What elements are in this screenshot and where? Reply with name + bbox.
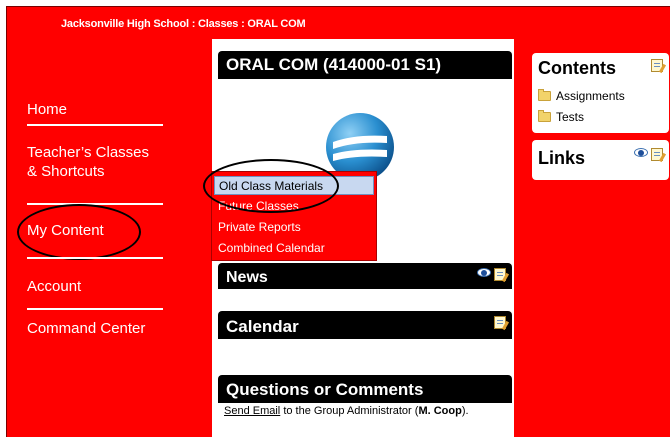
- breadcrumb[interactable]: Jacksonville High School : Classes : ORA…: [61, 18, 306, 30]
- top-bar: Jacksonville High School : Classes : ORA…: [7, 7, 670, 38]
- edit-icon[interactable]: [651, 148, 663, 161]
- nav-command-center[interactable]: Command Center: [27, 320, 145, 337]
- page-frame: Jacksonville High School : Classes : ORA…: [6, 6, 670, 437]
- menu-item-old-class-materials[interactable]: Old Class Materials: [214, 176, 374, 195]
- contents-item-assignments[interactable]: Assignments: [538, 89, 625, 103]
- folder-icon: [538, 89, 551, 101]
- menu-item-future-classes[interactable]: Future Classes: [214, 197, 374, 216]
- send-email-link[interactable]: Send Email: [224, 405, 280, 417]
- contents-item-label: Assignments: [556, 89, 625, 103]
- eye-icon[interactable]: [634, 148, 648, 157]
- contents-item-tests[interactable]: Tests: [538, 110, 584, 124]
- contact-text: to the Group Administrator (: [280, 405, 419, 417]
- nav-divider: [27, 308, 163, 310]
- contact-line: Send Email to the Group Administrator (M…: [224, 405, 469, 417]
- questions-title: Questions or Comments: [226, 380, 424, 399]
- questions-panel-header: Questions or Comments: [218, 375, 512, 403]
- contact-text-end: ).: [461, 405, 469, 417]
- admin-name: M. Coop: [418, 405, 462, 417]
- class-title: ORAL COM (414000-01 S1): [226, 55, 442, 74]
- content-dropdown-menu: Old Class Materials Future Classes Priva…: [211, 171, 377, 261]
- news-icons: [477, 268, 506, 281]
- class-title-bar: ORAL COM (414000-01 S1): [218, 51, 512, 79]
- calendar-panel-header: Calendar: [218, 311, 512, 339]
- menu-item-combined-calendar[interactable]: Combined Calendar: [214, 239, 374, 258]
- folder-icon: [538, 110, 551, 122]
- edit-icon[interactable]: [494, 316, 506, 329]
- calendar-icons: [494, 316, 506, 329]
- nav-teachers-classes-line1: Teacher’s Classes: [27, 144, 149, 161]
- edit-icon[interactable]: [651, 59, 663, 72]
- nav-teachers-classes-line2: & Shortcuts: [27, 163, 105, 180]
- links-icons: [634, 148, 663, 161]
- edit-icon[interactable]: [494, 268, 506, 281]
- links-box: Links: [532, 140, 669, 180]
- contents-title: Contents: [538, 58, 616, 78]
- contents-icons: [651, 59, 663, 72]
- nav-divider: [27, 257, 163, 259]
- nav-divider: [27, 203, 163, 205]
- calendar-title: Calendar: [226, 317, 299, 336]
- contents-box: Contents Assignments Tests: [532, 53, 669, 133]
- nav-my-content[interactable]: My Content: [27, 222, 104, 239]
- nav-teachers-classes[interactable]: Teacher’s Classes & Shortcuts: [27, 144, 149, 180]
- menu-item-private-reports[interactable]: Private Reports: [214, 218, 374, 237]
- nav-account[interactable]: Account: [27, 278, 81, 295]
- eye-icon[interactable]: [477, 268, 491, 277]
- nav-divider: [27, 124, 163, 126]
- contents-item-label: Tests: [556, 110, 585, 124]
- news-title: News: [226, 269, 268, 286]
- links-title: Links: [538, 148, 586, 168]
- nav-home[interactable]: Home: [27, 101, 67, 118]
- news-panel-header: News: [218, 263, 512, 289]
